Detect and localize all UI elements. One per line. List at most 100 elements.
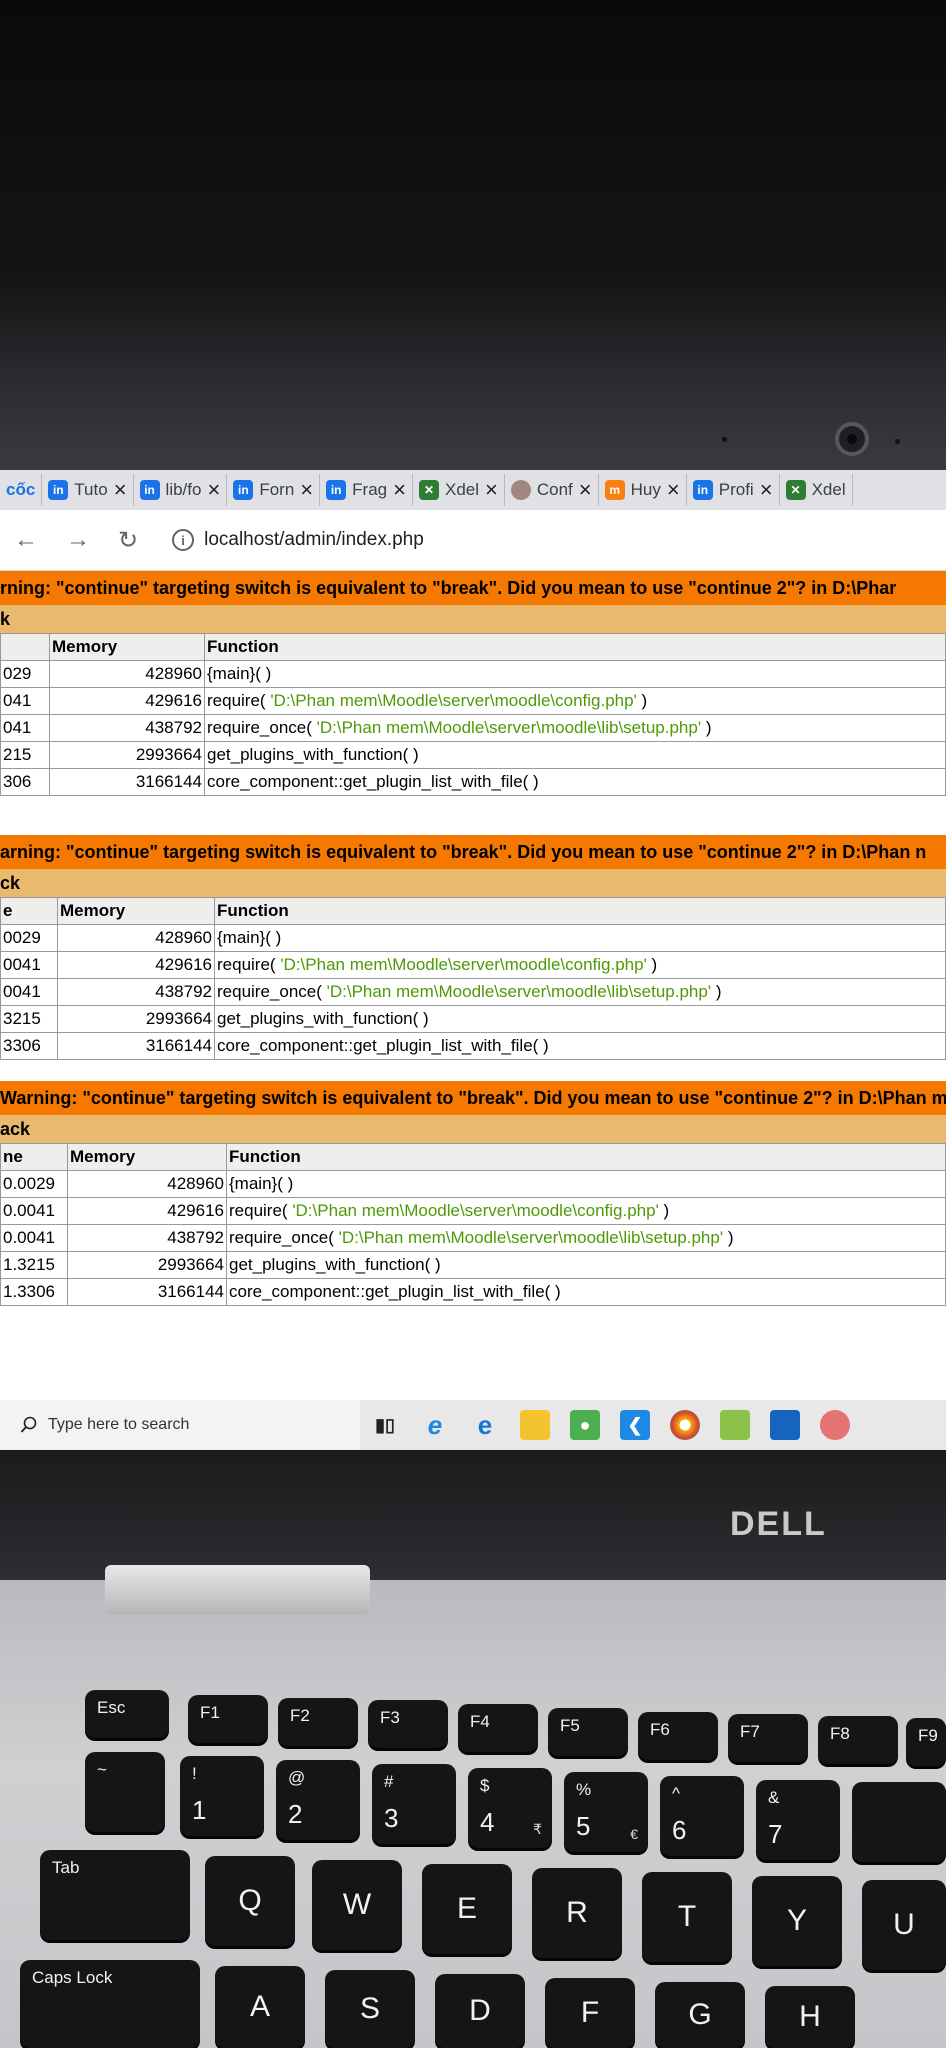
y-key[interactable]: Y [752,1876,842,1966]
browser-tab[interactable]: in Frag × [320,474,413,506]
browser-tab[interactable]: in Profi × [687,474,780,506]
w-key[interactable]: W [312,1860,402,1950]
key-1[interactable]: ! 1 [180,1756,264,1836]
table-row: 306 3166144 core_component::get_plugin_lis… [0,768,946,796]
f2-key[interactable]: F2 [278,1698,358,1746]
key-label: F [580,1996,600,2029]
key-label: % [576,1780,592,1799]
x-icon: ✕ [785,480,806,500]
f-key[interactable]: F [545,1978,635,2048]
url-field[interactable]: i localhost/admin/index.php [172,529,424,551]
address-bar: ← → ↻ i localhost/admin/index.php [0,510,946,571]
browser-tab[interactable]: ✕ Xdel × [413,474,505,506]
key-3[interactable]: #3 [372,1764,456,1844]
t-key[interactable]: T [642,1872,732,1962]
tab-key[interactable]: Tab [40,1850,190,1940]
key-label: $ [480,1776,490,1795]
browser-tab[interactable]: in lib/fo × [134,474,228,506]
column-header [0,633,50,661]
taskbar-search-box[interactable]: Type here to search [0,1400,360,1450]
x-icon: ✕ [418,480,439,500]
notepadpp-icon[interactable] [720,1410,750,1440]
f6-key[interactable]: F6 [638,1712,718,1760]
g-key[interactable]: G [655,1982,745,2048]
key-8[interactable] [852,1782,946,1862]
f7-key[interactable]: F7 [728,1714,808,1762]
browser-tab[interactable]: m Huy × [599,474,687,506]
notification-icon[interactable] [820,1410,850,1440]
key-label: G [688,1998,712,2031]
key-2[interactable]: @2 [276,1760,360,1840]
browser-tab[interactable]: in Forn × [227,474,321,506]
f8-key[interactable]: F8 [818,1716,898,1764]
close-icon[interactable]: × [393,477,406,503]
h-key[interactable]: H [765,1986,855,2048]
q-key[interactable]: Q [205,1856,295,1946]
column-header: ne [0,1143,68,1171]
close-icon[interactable]: × [667,477,680,503]
forward-arrow-icon[interactable]: → [66,526,90,554]
table-row: 029 428960 {main}( ) [0,660,946,688]
warning-message: rning: "continue" targeting switch is eq… [0,571,946,605]
close-icon[interactable]: × [485,477,498,503]
key-label: T [677,1900,697,1933]
caps-lock-key[interactable]: Caps Lock [20,1960,200,2048]
memory-cell: 438792 [67,1224,227,1252]
key-label: W [342,1888,372,1921]
key-7[interactable]: & 7 [756,1780,840,1860]
u-key[interactable]: U [862,1880,946,1970]
time-cell: 306 [0,768,50,796]
table-row: 0029 428960 {main}( ) [0,924,946,952]
time-cell: 0029 [0,924,58,952]
function-cell: {main}( ) [214,924,946,952]
f5-key[interactable]: F5 [548,1708,628,1756]
back-arrow-icon[interactable]: ← [14,526,38,554]
close-icon[interactable]: × [114,477,127,503]
time-cell: 0.0041 [0,1224,68,1252]
s-key[interactable]: S [325,1970,415,2048]
close-icon[interactable]: × [579,477,592,503]
esc-key[interactable]: Esc [85,1690,169,1738]
reload-icon[interactable]: ↻ [118,526,138,555]
key-label: & [768,1788,780,1807]
key-6[interactable]: ^ 6 [660,1776,744,1856]
browser-tab[interactable]: ✕ Xdel [780,474,853,506]
search-placeholder: Type here to search [48,1416,190,1433]
e-key[interactable]: E [422,1864,512,1954]
virtualbox-icon[interactable] [770,1410,800,1440]
time-cell: 0.0041 [0,1197,68,1225]
browser-tab[interactable]: cốc [0,474,43,506]
file-explorer-icon[interactable] [520,1410,550,1440]
close-icon[interactable]: × [760,477,773,503]
key-4[interactable]: $4 ₹ [468,1768,552,1848]
memory-cell: 2993664 [49,741,205,769]
f1-key[interactable]: F1 [188,1695,268,1743]
coccoc-app-icon[interactable]: ● [570,1410,600,1440]
key-5[interactable]: % 5 € [564,1772,648,1852]
f9-key[interactable]: F9 [906,1718,946,1766]
info-icon[interactable]: i [172,529,195,551]
table-row: 3306 3166144 core_component::get_plugin_li… [0,1032,946,1060]
browser-tab[interactable]: Conf × [505,474,599,506]
browser-tab[interactable]: in Tuto × [42,474,134,506]
function-name: {main}( ) [229,1174,294,1193]
close-icon[interactable]: × [300,477,313,503]
ie-icon[interactable]: e [420,1410,450,1440]
tilde-key[interactable]: ~ [85,1752,165,1832]
column-header: Memory [57,897,215,925]
close-icon[interactable]: × [207,477,220,503]
d-key[interactable]: D [435,1974,525,2048]
file-path: 'D:\Phan mem\Moodle\server\moodle\config… [292,1201,659,1220]
r-key[interactable]: R [532,1868,622,1958]
memory-cell: 429616 [57,951,215,979]
key-label: 2 [288,1799,303,1829]
monitor-bezel-top [0,0,946,470]
f4-key[interactable]: F4 [458,1704,538,1752]
task-view-icon[interactable]: ▮▯ [370,1410,400,1440]
chrome-icon[interactable] [670,1410,700,1440]
a-key[interactable]: A [215,1966,305,2048]
time-cell: 215 [0,741,50,769]
edge-icon[interactable]: e [470,1410,500,1440]
f3-key[interactable]: F3 [368,1700,448,1748]
vscode-icon[interactable]: ❮ [620,1410,650,1440]
